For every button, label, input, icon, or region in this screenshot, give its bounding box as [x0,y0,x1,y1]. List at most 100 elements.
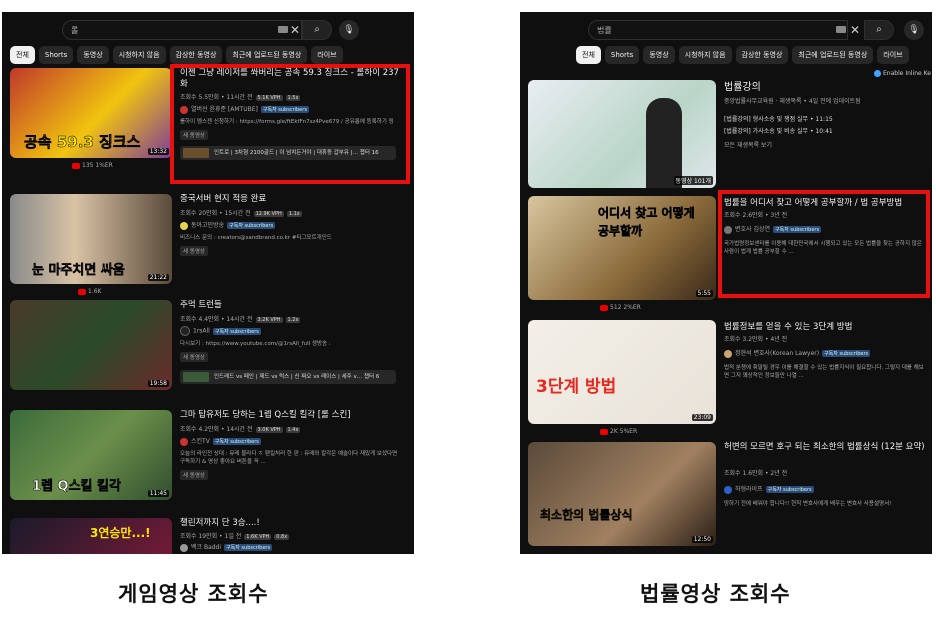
video-meta: 조회수 4.2만회 • 14시간 전 3.0K VPH 1.4x [180,424,301,433]
video-meta: 조회수 19만회 • 1일 전 1.6K VPH 0.8x [180,531,290,540]
ratio-badge: 1.2x [285,317,301,323]
video-result-3[interactable]: 3단계 방법 23:09 법률정보를 얻을 수 있는 3단계 방법 조회수 3.… [520,318,932,438]
channel-avatar[interactable] [180,437,188,446]
video-thumbnail[interactable]: 어디서 찾고 어떻게 공부할까 5:55 [528,196,716,300]
vph-badge: 12.9K VPH [253,211,284,217]
video-result-2[interactable]: 눈 마주치면 싸움 21:22 중국서버 현지 적응 완료 조회수 20만회 •… [2,190,414,300]
channel-avatar[interactable] [180,326,190,336]
playlist-title[interactable]: 법률강의 [724,82,924,93]
video-result-5[interactable]: 3연승만...! 챌린저까지 단 3승....! 조회수 19만회 • 1일 전… [2,514,414,554]
channel-name[interactable]: 스킨TV [191,438,210,445]
chip-videos[interactable]: 동영상 [643,46,675,64]
thumbnail-caption: 공속 59.3 징크스 [24,133,141,152]
playlist-thumbnail[interactable]: 동영상 101개 [528,80,716,188]
playlist-result[interactable]: 동영상 101개 법률강의 중앙법률사무교육원 · 재생목록 • 4일 전에 업… [520,78,932,188]
video-duration: 5:55 [695,290,713,297]
video-title[interactable]: 허변의 모르면 호구 되는 최소한의 법률상식 (12분 요약) [724,442,930,453]
channel-name[interactable]: 1rsAll [193,328,210,335]
keyboard-icon[interactable] [836,26,846,33]
channel-name[interactable]: 동아고민방송 [191,222,224,229]
engagement-stat: 2K 5%ER [600,428,637,435]
video-description: 다시보기 : https://www.youtube.com/@1rsAll_f… [180,341,331,347]
video-meta: 조회수 4.4만회 • 14시간 전 3.2K VPH 1.2x [180,314,301,323]
channel-row[interactable]: 허형라이프 구독자 subscribers [724,484,814,494]
video-thumbnail[interactable]: 1렙 Q스킬 킬각 11:45 [10,410,172,500]
clear-search-icon[interactable]: ✕ [290,22,300,38]
channel-name[interactable]: 정현석 변호사(Korean Lawyer) [735,350,819,357]
channel-row[interactable]: 1rsAll 구독자 subscribers [180,326,261,336]
video-result-3[interactable]: 19:58 주먹 트런들 조회수 4.4만회 • 14시간 전 3.2K VPH 1… [2,296,414,406]
video-title[interactable]: 중국서버 현지 적응 완료 [180,194,402,205]
toggle-icon [874,70,881,77]
video-result-4[interactable]: 1렙 Q스킬 킬각 11:45 그마 탑유저도 당하는 1렙 Q스킬 킬각 [롤… [2,406,414,506]
chip-live[interactable]: 라이브 [877,46,909,64]
chip-all[interactable]: 전체 [576,46,601,64]
chip-all[interactable]: 전체 [10,46,35,64]
chip-recent[interactable]: 최근에 업로드된 동영상 [792,46,874,64]
video-result-4[interactable]: 최소한의 법률상식 12:50 허변의 모르면 호구 되는 최소한의 법률상식 … [520,440,932,550]
video-thumbnail[interactable]: 3단계 방법 23:09 [528,320,716,424]
chapters-text: 인드레드 vs 페인 | 제드 vs 럭스 | 신 짜오 vs 레이스 | 세주… [214,374,380,380]
video-thumbnail[interactable]: 3연승만...! [10,518,172,554]
chip-watched[interactable]: 감상한 동영상 [735,46,789,64]
video-duration: 21:22 [147,274,169,281]
ratio-badge: 1.1x [286,211,302,217]
video-thumbnail[interactable]: 19:58 [10,300,172,390]
thumbnail-caption: 1렙 Q스킬 킬각 [32,479,121,495]
view-count: 조회수 19만회 • 1일 전 [180,533,242,540]
search-button[interactable]: ⌕ [302,20,332,40]
video-title[interactable]: 그마 탑유저도 당하는 1렙 Q스킬 킬각 [롤 스킨] [180,410,402,421]
inline-keywords-toggle[interactable]: Enable Inline Ke [874,70,931,77]
chip-live[interactable]: 라이브 [311,46,343,64]
video-duration: 23:09 [691,414,713,421]
right-screenshot-panel: 법률 ✕ ⌕ 🎙 전체 Shorts 동영상 시청하지 않음 감상한 동영상 최근에 업로… [520,12,932,554]
thumbnail-caption: 어디서 찾고 어떻게 공부할까 [598,206,695,239]
channel-row[interactable]: 동아고민방송 구독자 subscribers [180,220,276,230]
channel-name[interactable]: 허형라이프 [735,486,763,493]
view-full-playlist-link[interactable]: 모든 재생목록 보기 [724,140,772,149]
top-bar: 롤 ✕ ⌕ 🎙 [2,12,414,42]
left-screenshot-panel: 롤 ✕ ⌕ 🎙 전체 Shorts 동영상 시청하지 않음 감상한 동영상 최근에 업로드… [2,12,414,554]
chip-unwatched[interactable]: 시청하지 않음 [678,46,732,64]
video-meta: 조회수 3.2만회 • 4년 전 [724,336,788,343]
video-title[interactable]: 주먹 트런들 [180,300,402,311]
vph-badge: 3.2K VPH [255,317,283,323]
channel-avatar[interactable] [180,221,188,230]
chip-videos[interactable]: 동영상 [77,46,109,64]
microphone-icon[interactable]: 🎙 [339,20,359,40]
channel-avatar[interactable] [724,485,732,494]
video-thumbnail[interactable]: 공속 59.3 징크스 13:32 [10,68,172,158]
channel-row[interactable]: 정현석 변호사(Korean Lawyer) 구독자 subscribers [724,348,871,358]
channel-row[interactable]: 백크 Baddi 구독자 subscribers [180,542,273,552]
playlist-item-1[interactable]: [법률강의] 형사소송 및 쟁점 실무 • 11:15 [724,114,833,123]
chip-recent[interactable]: 최근에 업로드된 동영상 [226,46,308,64]
video-title[interactable]: 챌린저까지 단 3승....! [180,518,402,529]
clear-search-icon[interactable]: ✕ [850,22,860,38]
search-input[interactable]: 법률 [588,20,848,40]
video-title[interactable]: 법률정보를 얻을 수 있는 3단계 방법 [724,322,930,333]
channel-name[interactable]: 백크 Baddi [191,544,221,551]
subscribers-badge: 구독자 subscribers [224,544,273,551]
chapters-bar[interactable]: 인드레드 vs 페인 | 제드 vs 럭스 | 신 짜오 vs 레이스 | 세주… [180,370,396,384]
view-count: 조회수 4.4만회 • 14시간 전 [180,316,253,323]
video-meta: 조회수 20만회 • 15시간 전 12.9K VPH 1.1x [180,208,302,217]
channel-avatar[interactable] [724,349,732,358]
playlist-item-2[interactable]: [법률강의] 가사소송 및 비송 실무 • 10:41 [724,126,833,135]
chip-shorts[interactable]: Shorts [38,46,74,64]
video-thumbnail[interactable]: 최소한의 법률상식 12:50 [528,442,716,546]
search-button[interactable]: ⌕ [864,20,894,40]
thumbnail-caption: 최소한의 법률상식 [540,508,633,522]
highlight-box [718,190,930,298]
youtube-icon [600,304,608,311]
video-thumbnail[interactable]: 눈 마주치면 싸움 21:22 [10,194,172,284]
search-input[interactable]: 롤 [62,20,302,40]
chip-shorts[interactable]: Shorts [604,46,640,64]
chip-watched[interactable]: 감상한 동영상 [169,46,223,64]
channel-row[interactable]: 스킨TV 구독자 subscribers [180,436,261,446]
keyboard-icon[interactable] [278,26,288,33]
ratio-badge: 0.8x [274,534,290,540]
chip-unwatched[interactable]: 시청하지 않음 [112,46,166,64]
video-duration: 19:58 [147,380,169,387]
channel-avatar[interactable] [180,543,188,552]
microphone-icon[interactable]: 🎙 [904,20,924,40]
